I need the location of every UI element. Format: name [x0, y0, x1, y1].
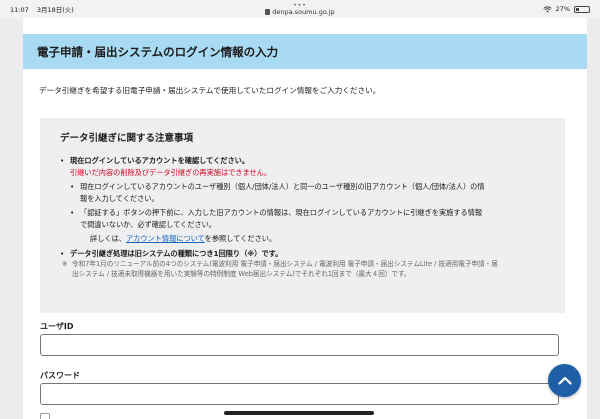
- notice-item-1-text: 現在ログインしているアカウントを確認してください。: [70, 156, 250, 165]
- detail-line: 詳しくは、アカウント情報についてを参照してください。: [70, 233, 545, 245]
- chevron-up-icon: [557, 376, 572, 385]
- notice-item-2: • データ引継ぎ処理は旧システムの種類につき1回限り（※）です。: [60, 248, 545, 260]
- page-content: 電子申請・届出システムのログイン情報の入力 データ引継ぎを希望する旧電子申請・届…: [23, 18, 587, 419]
- status-right: 27%: [542, 5, 590, 13]
- notice-sub-item-2-line1: 「認証する」ボタンの押下前に、入力した旧アカウントの情報は、現在ログインしている…: [80, 208, 483, 217]
- account-info-link[interactable]: アカウント情報について: [126, 234, 205, 243]
- password-label: パスワード: [40, 371, 80, 380]
- notice-heading: データ引継ぎに関する注意事項: [60, 133, 194, 144]
- notice-sub-item-1-line1: 現在ログインしているアカウントのユーザ種別（個人/団体/法人）と同一のユーザ種別…: [80, 182, 485, 191]
- detail-prefix: 詳しくは、: [90, 234, 126, 243]
- notice-box: データ引継ぎに関する注意事項 • 現在ログインしているアカウントを確認してくださ…: [40, 118, 565, 313]
- bullet-icon: •: [70, 208, 75, 217]
- notice-sub-item-1-line2: 報を入力してください。: [80, 193, 159, 203]
- wifi-icon: [542, 5, 552, 12]
- checkbox[interactable]: [40, 413, 50, 419]
- battery-icon: [574, 5, 590, 13]
- warning-text: 引継いだ内容の削除及びデータ引継ぎの再実施はできません。: [70, 167, 272, 177]
- bullet-icon: •: [60, 156, 65, 165]
- user-id-label: ユーザID: [40, 322, 74, 331]
- status-date: 3月18日(火): [36, 6, 74, 14]
- status-time: 11:07: [10, 6, 29, 14]
- notice-item-2-text: データ引継ぎ処理は旧システムの種類につき1回限り（※）です。: [70, 248, 283, 258]
- notice-item-1: • 現在ログインしているアカウントを確認してください。: [60, 155, 545, 167]
- status-left: 11:07 3月18日(火): [10, 4, 80, 14]
- notice-sub-list: • 現在ログインしているアカウントのユーザ種別（個人/団体/法人）と同一のユーザ…: [60, 181, 545, 245]
- bullet-icon: •: [70, 182, 75, 191]
- detail-suffix: を参照してください。: [204, 234, 277, 243]
- intro-text: データ引継ぎを希望する旧電子申請・届出システムで使用していたログイン情報をご入力…: [39, 86, 381, 95]
- page-title: 電子申請・届出システムのログイン情報の入力: [37, 44, 279, 59]
- password-input[interactable]: [40, 383, 559, 405]
- user-id-input[interactable]: [40, 334, 559, 356]
- notice-sub-item-2-line2: で間違いないか、必ず確認してください。: [80, 219, 216, 229]
- status-bar: 11:07 3月18日(火) 27%: [0, 0, 600, 18]
- battery-percent: 27%: [555, 5, 570, 13]
- footnote: ※ 令和7年1月のリニューアル前の4つのシステム(電波利用 電子申請・届出システ…: [60, 259, 545, 279]
- scroll-to-top-button[interactable]: [548, 364, 581, 397]
- footnote-mark: ※: [62, 260, 68, 268]
- notice-sub-item-1: • 現在ログインしているアカウントのユーザ種別（個人/団体/法人）と同一のユーザ…: [70, 181, 545, 204]
- home-indicator: [224, 411, 374, 415]
- footnote-line2: 出システム / 技適未取得機器を用いた実験等の特例制度 Web届出システム)でそ…: [72, 270, 411, 278]
- footnote-line1: 令和7年1月のリニューアル前の4つのシステム(電波利用 電子申請・届出システム …: [72, 260, 498, 268]
- bullet-icon: •: [60, 248, 65, 258]
- notice-sub-item-2: • 「認証する」ボタンの押下前に、入力した旧アカウントの情報は、現在ログインして…: [70, 207, 545, 230]
- title-banner: 電子申請・届出システムのログイン情報の入力: [23, 34, 587, 69]
